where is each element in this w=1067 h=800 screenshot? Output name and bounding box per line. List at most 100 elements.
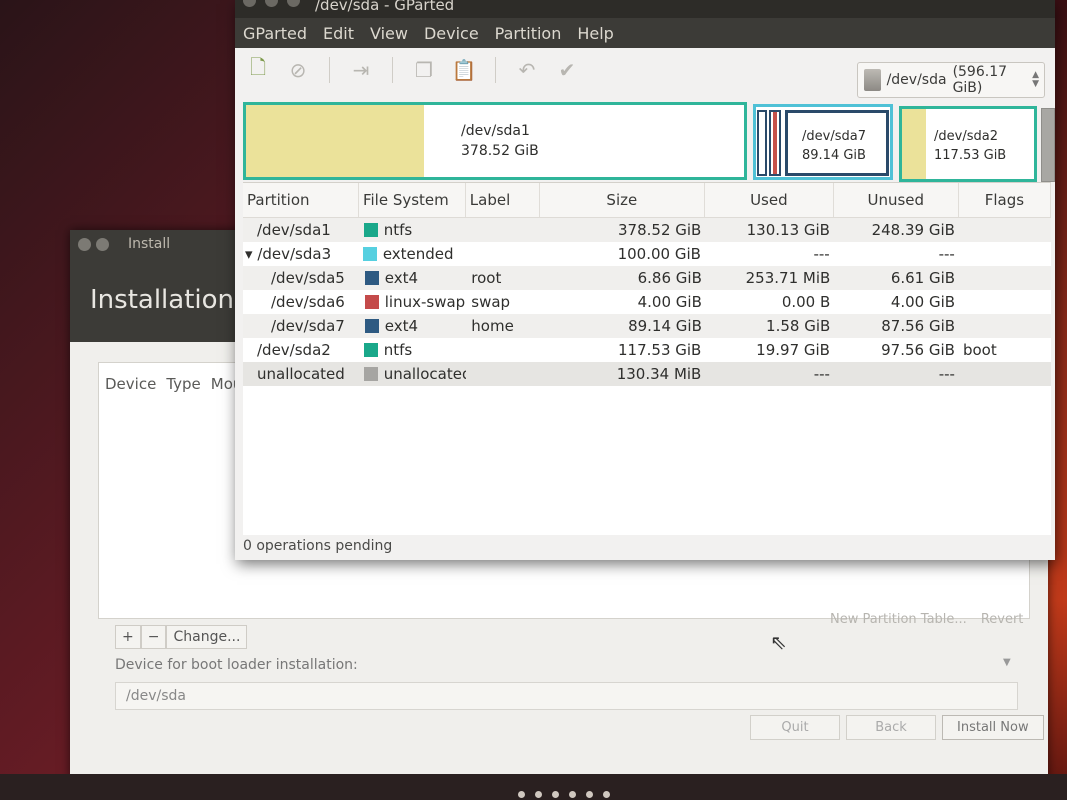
cell-size: 117.53 GiB (618, 341, 702, 359)
cell-partition: /dev/sda6 (271, 293, 345, 311)
revert-button[interactable]: Revert (981, 612, 1024, 627)
cell-size: 6.86 GiB (637, 269, 702, 287)
table-row[interactable]: /dev/sda2 ntfs 117.53 GiB 19.97 GiB 97.56 Gi… (243, 338, 1051, 362)
maximize-window-button[interactable] (287, 0, 300, 7)
menu-partition[interactable]: Partition (495, 24, 562, 43)
back-button[interactable]: Back (846, 715, 936, 740)
table-row[interactable]: /dev/sda1 ntfs 378.52 GiB 130.13 GiB 248.39 … (243, 218, 1051, 242)
fs-color-swatch (364, 295, 379, 309)
cell-used: 1.58 GiB (766, 317, 831, 335)
mouse-pointer-icon: ⇖ (770, 630, 787, 654)
col-label[interactable]: Label (466, 183, 540, 217)
partition-map-sda7[interactable]: /dev/sda7 89.14 GiB (785, 110, 889, 176)
partition-map-sda2-size: 117.53 GiB (934, 148, 1007, 163)
table-row[interactable]: /dev/sda7 ext4 home 89.14 GiB 1.58 GiB 87.56 … (243, 314, 1051, 338)
cell-unused: --- (938, 245, 955, 263)
delete-partition-icon[interactable]: ⊘ (285, 57, 311, 83)
fs-color-swatch (364, 271, 379, 285)
partition-map-sda5[interactable] (757, 110, 767, 176)
undo-icon[interactable]: ↶ (514, 57, 540, 83)
cell-size: 100.00 GiB (617, 245, 701, 263)
cell-used: --- (813, 365, 830, 383)
cell-partition: ▾ /dev/sda3 (245, 245, 332, 263)
partition-map-sda7-size: 89.14 GiB (802, 148, 866, 163)
new-partition-icon[interactable]: 🗋 (245, 55, 271, 83)
cell-partition: unallocated (257, 365, 345, 383)
partition-map-sda7-name: /dev/sda7 (802, 129, 866, 144)
disk-icon (864, 69, 881, 91)
table-row[interactable]: ▾ /dev/sda3 extended 100.00 GiB --- --- (243, 242, 1051, 266)
gparted-title: /dev/sda - GParted (315, 0, 455, 14)
device-name: /dev/sda (886, 72, 947, 88)
close-window-button[interactable] (243, 0, 256, 7)
partition-map-sda6[interactable] (769, 110, 781, 176)
cell-unused: 6.61 GiB (890, 269, 956, 287)
device-selector[interactable]: /dev/sda (596.17 GiB) ▲ ▼ (857, 62, 1045, 98)
menu-edit[interactable]: Edit (323, 24, 354, 43)
table-row[interactable]: /dev/sda6 linux-swap swap 4.00 GiB 0.00 B 4.0… (243, 290, 1051, 314)
cell-unused: 87.56 GiB (881, 317, 956, 335)
menu-gparted[interactable]: GParted (243, 24, 307, 43)
gparted-titlebar: /dev/sda - GParted (235, 0, 1055, 18)
cell-file-system: ext4 (361, 269, 468, 287)
menu-view[interactable]: View (370, 24, 408, 43)
cell-used: 253.71 MiB (745, 269, 831, 287)
device-size: (596.17 GiB) (952, 64, 1008, 96)
col-partition[interactable]: Partition (243, 183, 359, 217)
quit-button[interactable]: Quit (750, 715, 840, 740)
fs-color-swatch (364, 319, 379, 333)
cell-used: 19.97 GiB (756, 341, 830, 359)
fs-color-swatch (363, 343, 378, 357)
cell-file-system: linux-swap (361, 293, 468, 311)
close-window-button[interactable] (78, 237, 91, 251)
cell-unused: 248.39 GiB (871, 221, 955, 239)
cell-flags: boot (962, 341, 997, 359)
partition-map-sda2-name: /dev/sda2 (934, 129, 998, 144)
remove-partition-button[interactable]: − (140, 625, 167, 649)
cell-partition: /dev/sda1 (257, 221, 331, 239)
table-row[interactable]: /dev/sda5 ext4 root 6.86 GiB 253.71 MiB 6.61 … (243, 266, 1051, 290)
toolbar-separator (392, 57, 393, 83)
cell-partition: /dev/sda5 (271, 269, 345, 287)
partition-map-sda1[interactable]: /dev/sda1 378.52 GiB (243, 102, 747, 180)
cell-size: 378.52 GiB (618, 221, 702, 239)
menu-device[interactable]: Device (424, 24, 479, 43)
col-size[interactable]: Size (540, 183, 705, 217)
boot-loader-device-select[interactable]: /dev/sda (115, 682, 1018, 710)
resize-move-icon[interactable]: ⇥ (348, 57, 374, 83)
progress-dots (518, 791, 610, 798)
cell-file-system: ntfs (360, 221, 467, 239)
col-used[interactable]: Used (705, 183, 834, 217)
change-partition-button[interactable]: Change... (166, 625, 248, 649)
partition-map-unallocated[interactable] (1041, 108, 1055, 182)
fs-color-swatch (363, 223, 378, 237)
new-partition-table-button[interactable]: New Partition Table... (830, 612, 967, 627)
menu-help[interactable]: Help (577, 24, 613, 43)
minimize-window-button[interactable] (265, 0, 278, 7)
cell-size: 89.14 GiB (628, 317, 702, 335)
col-flags[interactable]: Flags (959, 183, 1052, 217)
boot-loader-label: Device for boot loader installation: (115, 657, 358, 673)
copy-icon[interactable]: ❐ (411, 57, 437, 83)
minimize-window-button[interactable] (96, 237, 109, 251)
partition-map-sda1-name: /dev/sda1 (461, 123, 530, 139)
cell-size: 4.00 GiB (637, 293, 702, 311)
installer-col-device[interactable]: Device (105, 375, 156, 393)
installer-col-type[interactable]: Type (166, 375, 200, 393)
partition-table: Partition File System Label Size Used Un… (243, 182, 1052, 535)
cell-size: 130.34 MiB (616, 365, 702, 383)
table-row[interactable]: unallocated unallocated 130.34 MiB --- --- (243, 362, 1051, 386)
fs-color-swatch (362, 247, 377, 261)
paste-icon[interactable]: 📋 (451, 57, 477, 83)
col-unused[interactable]: Unused (834, 183, 959, 217)
add-partition-button[interactable]: + (115, 625, 141, 649)
partition-map-sda2[interactable]: /dev/sda2 117.53 GiB (899, 106, 1037, 182)
install-now-button[interactable]: Install Now (942, 715, 1044, 740)
cell-used: 0.00 B (781, 293, 831, 311)
partition-map: /dev/sda1 378.52 GiB /dev/sda7 89.14 GiB… (243, 102, 1055, 182)
apply-icon[interactable]: ✔ (554, 57, 580, 83)
cell-used: --- (813, 245, 830, 263)
cell-label: swap (471, 293, 511, 311)
col-file-system[interactable]: File System (359, 183, 466, 217)
status-bar: 0 operations pending (243, 538, 393, 554)
